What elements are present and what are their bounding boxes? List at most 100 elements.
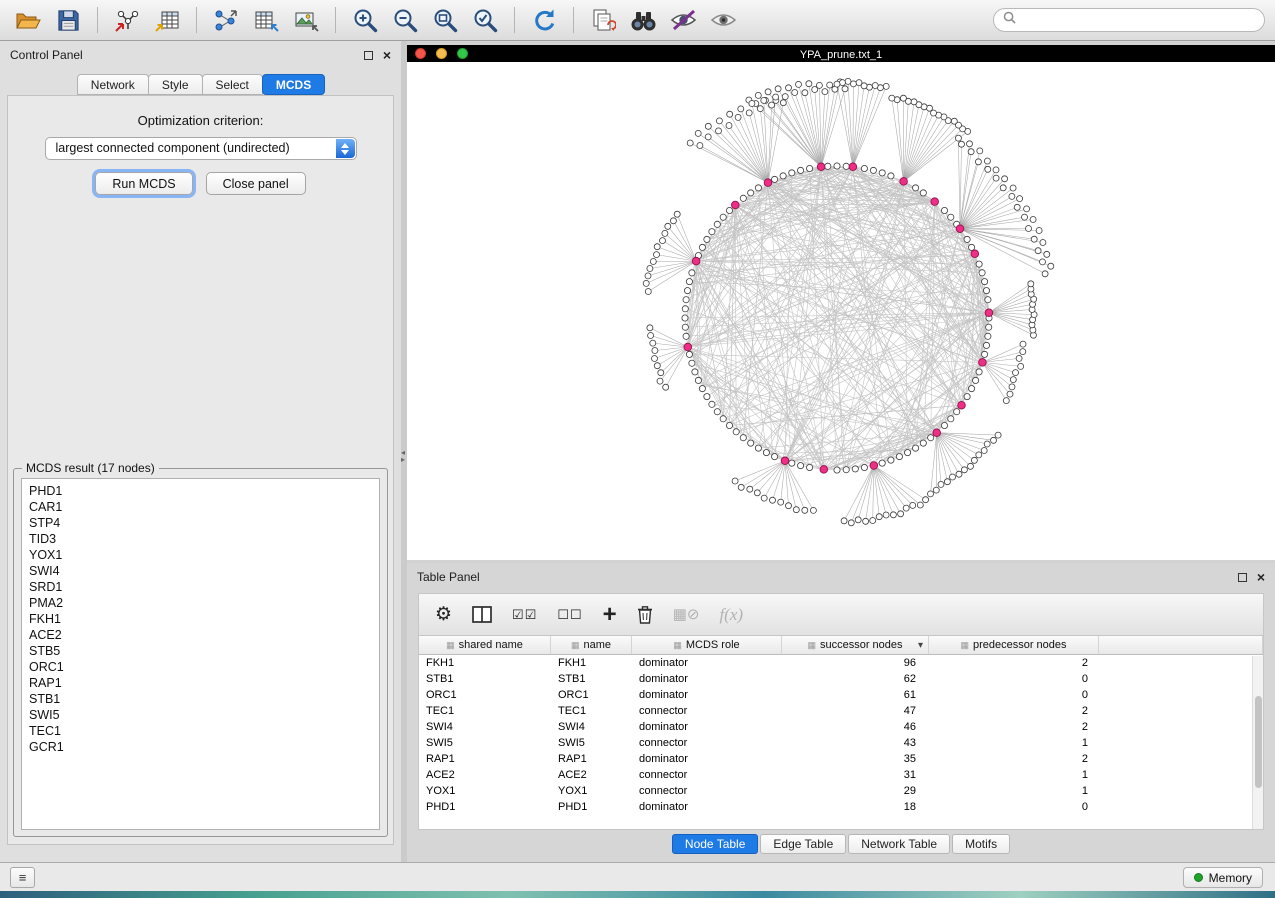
- mcds-result-item[interactable]: SWI4: [29, 563, 372, 579]
- search-box[interactable]: [993, 8, 1265, 32]
- tab-network-table[interactable]: Network Table: [848, 834, 950, 854]
- table-cell: 35: [782, 751, 929, 767]
- memory-label: Memory: [1209, 871, 1252, 885]
- tab-select[interactable]: Select: [202, 74, 263, 95]
- table-cell: SWI5: [419, 735, 551, 751]
- optimization-dropdown[interactable]: largest connected component (undirected): [45, 137, 357, 160]
- mcds-result-item[interactable]: ORC1: [29, 659, 372, 675]
- mcds-result-item[interactable]: RAP1: [29, 675, 372, 691]
- column-header-label: name: [583, 639, 611, 651]
- table-row[interactable]: TEC1TEC1connector472: [419, 703, 1263, 719]
- column-header[interactable]: ▦name: [551, 636, 632, 654]
- mcds-result-item[interactable]: TEC1: [29, 723, 372, 739]
- table-row[interactable]: STB1STB1dominator620: [419, 671, 1263, 687]
- show-all-eye-icon[interactable]: [705, 5, 741, 35]
- mcds-result-item[interactable]: SRD1: [29, 579, 372, 595]
- table-row[interactable]: RAP1RAP1dominator352: [419, 751, 1263, 767]
- search-input[interactable]: [1021, 13, 1255, 27]
- table-settings-gear-icon[interactable]: ⚙: [435, 605, 452, 624]
- tab-network[interactable]: Network: [77, 74, 149, 95]
- mcds-result-item[interactable]: STB5: [29, 643, 372, 659]
- copy-network-icon[interactable]: [585, 5, 621, 35]
- column-header[interactable]: ▦MCDS role: [632, 636, 782, 654]
- tab-style[interactable]: Style: [148, 74, 203, 95]
- mcds-result-item[interactable]: STB1: [29, 691, 372, 707]
- add-column-icon[interactable]: +: [603, 603, 617, 627]
- zoom-selected-icon[interactable]: [467, 5, 503, 35]
- optimization-criterion-label: Optimization criterion:: [8, 113, 393, 128]
- mcds-result-item[interactable]: ACE2: [29, 627, 372, 643]
- mcds-result-item[interactable]: CAR1: [29, 499, 372, 515]
- table-scrollbar-thumb[interactable]: [1255, 696, 1262, 788]
- mcds-result-item[interactable]: TID3: [29, 531, 372, 547]
- table-cell: FKH1: [551, 655, 632, 671]
- table-cell: 29: [782, 783, 929, 799]
- refresh-icon[interactable]: [526, 5, 562, 35]
- zoom-fit-icon[interactable]: [427, 5, 463, 35]
- table-cell: TEC1: [419, 703, 551, 719]
- close-panel-icon[interactable]: ×: [383, 50, 391, 60]
- mcds-result-item[interactable]: YOX1: [29, 547, 372, 563]
- deselect-all-icon[interactable]: ☐☐: [557, 608, 582, 621]
- network-window-titlebar[interactable]: YPA_prune.txt_1: [407, 45, 1275, 62]
- table-row[interactable]: FKH1FKH1dominator962: [419, 655, 1263, 671]
- tab-node-table[interactable]: Node Table: [672, 834, 759, 854]
- table-cell: SWI4: [419, 719, 551, 735]
- memory-button[interactable]: Memory: [1183, 867, 1263, 888]
- task-history-button[interactable]: ≡: [10, 867, 35, 888]
- table-row[interactable]: SWI4SWI4dominator462: [419, 719, 1263, 735]
- save-session-icon[interactable]: [50, 5, 86, 35]
- window-minimize-icon[interactable]: [436, 48, 447, 59]
- table-row[interactable]: PHD1PHD1dominator180: [419, 799, 1263, 815]
- column-header[interactable]: ▦shared name: [419, 636, 551, 654]
- table-scrollbar[interactable]: [1252, 656, 1263, 829]
- column-header-label: predecessor nodes: [973, 639, 1067, 651]
- window-close-icon[interactable]: [415, 48, 426, 59]
- toolbar-separator: [514, 7, 515, 33]
- column-header[interactable]: ▦predecessor nodes: [929, 636, 1099, 654]
- tab-mcds[interactable]: MCDS: [262, 74, 325, 95]
- mcds-result-item[interactable]: PMA2: [29, 595, 372, 611]
- mcds-result-item[interactable]: STP4: [29, 515, 372, 531]
- run-mcds-button[interactable]: Run MCDS: [95, 172, 192, 195]
- hide-selected-eye-icon[interactable]: [665, 5, 701, 35]
- export-table-icon[interactable]: [248, 5, 284, 35]
- export-network-icon[interactable]: [208, 5, 244, 35]
- mcds-result-item[interactable]: GCR1: [29, 739, 372, 755]
- select-all-icon[interactable]: ☑☑: [512, 608, 537, 621]
- table-row[interactable]: ORC1ORC1dominator610: [419, 687, 1263, 703]
- import-network-icon[interactable]: [109, 5, 145, 35]
- mcds-result-list[interactable]: PHD1CAR1STP4TID3YOX1SWI4SRD1PMA2FKH1ACE2…: [21, 478, 380, 830]
- mcds-result-item[interactable]: FKH1: [29, 611, 372, 627]
- network-canvas[interactable]: [407, 62, 1275, 560]
- tab-edge-table[interactable]: Edge Table: [760, 834, 846, 854]
- table-cell: 2: [929, 703, 1099, 719]
- splitter-grip-icon[interactable]: ◂▸: [401, 449, 405, 463]
- show-columns-icon[interactable]: [472, 606, 492, 623]
- close-table-panel-icon[interactable]: ×: [1257, 572, 1265, 582]
- float-table-panel-icon[interactable]: [1238, 573, 1247, 582]
- node-table[interactable]: ▦shared name▦name▦MCDS role▦successor no…: [418, 635, 1264, 830]
- zoom-out-icon[interactable]: [387, 5, 423, 35]
- find-binoculars-icon[interactable]: [625, 5, 661, 35]
- import-table-icon[interactable]: [149, 5, 185, 35]
- mcds-result-item[interactable]: SWI5: [29, 707, 372, 723]
- window-zoom-icon[interactable]: [457, 48, 468, 59]
- close-mcds-panel-button[interactable]: Close panel: [206, 172, 306, 195]
- table-cell: RAP1: [419, 751, 551, 767]
- export-image-icon[interactable]: [288, 5, 324, 35]
- table-row[interactable]: ACE2ACE2connector311: [419, 767, 1263, 783]
- float-panel-icon[interactable]: [364, 51, 373, 60]
- mcds-result-item[interactable]: PHD1: [29, 483, 372, 499]
- delete-column-icon[interactable]: [637, 605, 653, 624]
- column-header[interactable]: ▦successor nodes▾: [782, 636, 929, 654]
- table-row[interactable]: YOX1YOX1connector291: [419, 783, 1263, 799]
- zoom-in-icon[interactable]: [347, 5, 383, 35]
- table-row[interactable]: SWI5SWI5connector431: [419, 735, 1263, 751]
- table-cell: 1: [929, 783, 1099, 799]
- sort-arrow-icon: ▾: [918, 640, 923, 651]
- tab-motifs[interactable]: Motifs: [952, 834, 1010, 854]
- network-graph[interactable]: [407, 62, 1275, 560]
- table-cell: YOX1: [419, 783, 551, 799]
- open-file-icon[interactable]: [10, 5, 46, 35]
